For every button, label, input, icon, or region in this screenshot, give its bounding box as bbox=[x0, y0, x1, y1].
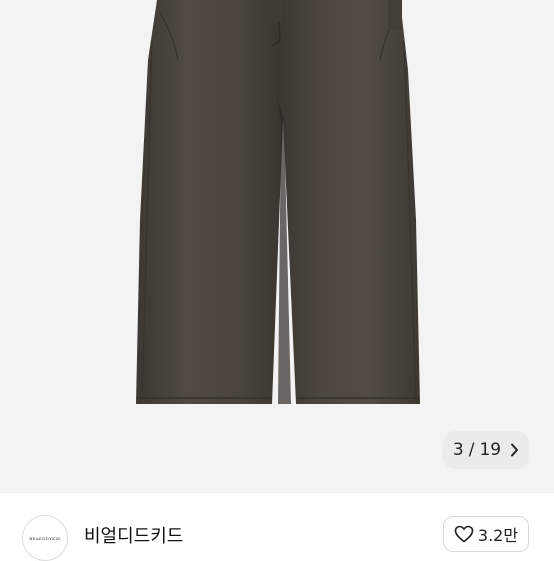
like-button[interactable]: 3.2만 bbox=[443, 516, 529, 552]
like-count: 3.2만 bbox=[477, 526, 519, 545]
image-counter-current: 3 bbox=[452, 440, 464, 460]
seller-name[interactable]: 비얼디드키드 bbox=[84, 522, 183, 548]
chevron-right-icon[interactable] bbox=[510, 443, 519, 457]
image-counter-total: 19 bbox=[479, 440, 502, 460]
heart-outline-icon bbox=[454, 525, 474, 543]
avatar-logo-text: BEAEDDYKID bbox=[29, 535, 61, 541]
image-counter[interactable]: 3 / 19 bbox=[443, 431, 529, 469]
image-counter-separator: / bbox=[468, 440, 475, 460]
product-image-pants bbox=[136, 0, 420, 404]
seller-avatar[interactable]: BEAEDDYKID bbox=[22, 515, 68, 561]
product-image-gallery[interactable]: 3 / 19 bbox=[0, 0, 554, 492]
